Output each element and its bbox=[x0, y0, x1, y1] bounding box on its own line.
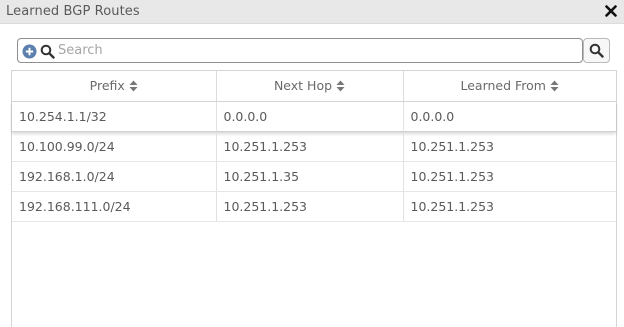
sort-both-icon bbox=[550, 80, 559, 95]
routes-table-container: Prefix Next Hop Learned From 10.254.1.1/… bbox=[11, 70, 617, 327]
table-row[interactable]: 10.254.1.1/32 0.0.0.0 0.0.0.0 bbox=[12, 101, 616, 132]
search-box bbox=[17, 38, 583, 63]
title-bar: Learned BGP Routes bbox=[0, 0, 624, 24]
column-header-next-hop[interactable]: Next Hop bbox=[216, 71, 404, 102]
plus-circle-icon[interactable] bbox=[22, 44, 37, 59]
cell-next-hop: 10.251.1.253 bbox=[216, 131, 404, 162]
sort-both-icon bbox=[336, 80, 345, 95]
cell-learned-from: 10.251.1.253 bbox=[403, 161, 616, 192]
cell-next-hop: 0.0.0.0 bbox=[216, 101, 404, 132]
routes-table: Prefix Next Hop Learned From 10.254.1.1/… bbox=[12, 71, 616, 222]
magnifier-icon bbox=[589, 43, 604, 58]
cell-prefix: 192.168.1.0/24 bbox=[12, 161, 217, 192]
search-icons bbox=[22, 42, 55, 60]
column-header-label: Next Hop bbox=[273, 77, 333, 93]
sort-both-icon bbox=[129, 80, 138, 95]
dialog-title: Learned BGP Routes bbox=[6, 4, 140, 19]
table-row[interactable]: 10.100.99.0/24 10.251.1.253 10.251.1.253 bbox=[12, 131, 616, 162]
table-header-row: Prefix Next Hop Learned From bbox=[12, 71, 616, 102]
cell-prefix: 10.254.1.1/32 bbox=[12, 101, 217, 132]
column-header-learned-from[interactable]: Learned From bbox=[403, 71, 616, 102]
learned-bgp-routes-dialog: Learned BGP Routes Search Prefix Next Ho… bbox=[0, 0, 624, 327]
cell-next-hop: 10.251.1.253 bbox=[216, 191, 404, 222]
table-row[interactable]: 192.168.1.0/24 10.251.1.35 10.251.1.253 bbox=[12, 161, 616, 192]
column-header-prefix[interactable]: Prefix bbox=[12, 71, 217, 102]
search-input[interactable] bbox=[58, 41, 578, 60]
table-row[interactable]: 192.168.111.0/24 10.251.1.253 10.251.1.2… bbox=[12, 191, 616, 222]
column-header-label: Learned From bbox=[460, 77, 546, 93]
magnifier-icon bbox=[40, 44, 55, 59]
search-button[interactable] bbox=[583, 38, 610, 63]
close-icon[interactable] bbox=[604, 2, 618, 20]
cell-prefix: 10.100.99.0/24 bbox=[12, 131, 217, 162]
column-header-label: Prefix bbox=[89, 77, 125, 93]
cell-next-hop: 10.251.1.35 bbox=[216, 161, 404, 192]
cell-prefix: 192.168.111.0/24 bbox=[12, 191, 217, 222]
cell-learned-from: 0.0.0.0 bbox=[403, 101, 616, 132]
cell-learned-from: 10.251.1.253 bbox=[403, 131, 616, 162]
cell-learned-from: 10.251.1.253 bbox=[403, 191, 616, 222]
